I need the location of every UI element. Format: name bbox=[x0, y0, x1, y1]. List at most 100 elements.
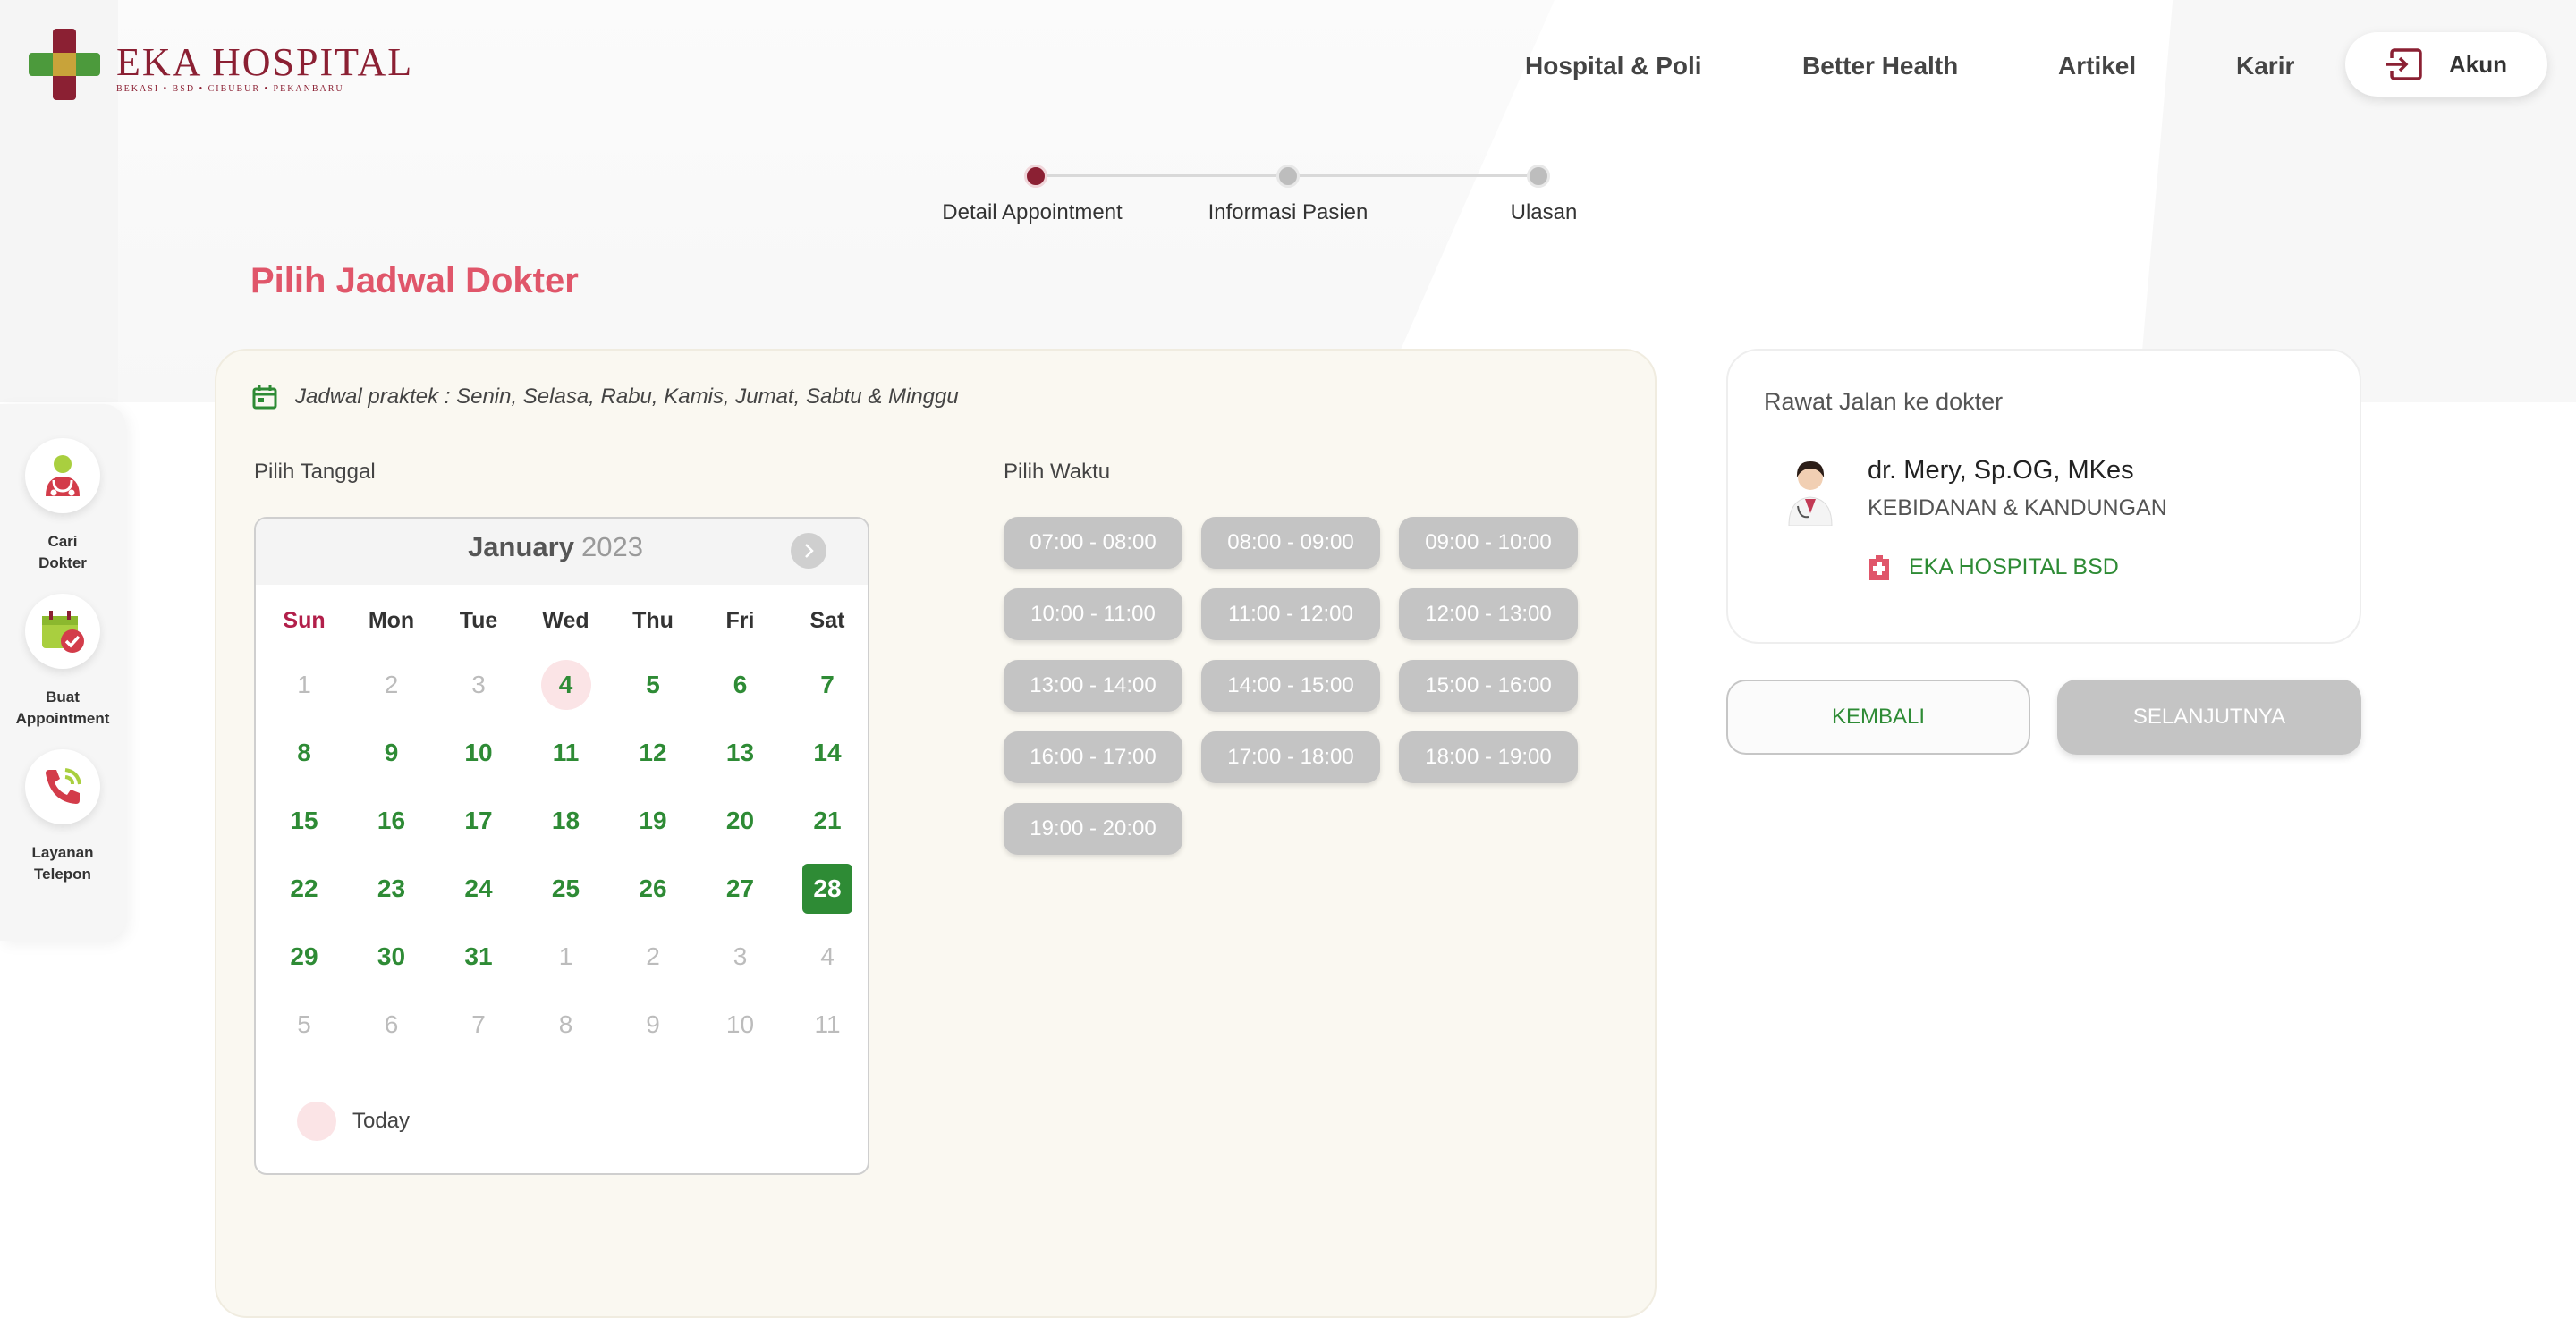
nav-karir[interactable]: Karir bbox=[2236, 52, 2294, 80]
calendar-day: 3 bbox=[733, 942, 748, 970]
calendar-day[interactable]: 26 bbox=[626, 864, 680, 914]
time-section-label: Pilih Waktu bbox=[1004, 460, 1111, 484]
time-slot-button[interactable]: 08:00 - 09:00 bbox=[1201, 517, 1380, 569]
progress-stepper: Detail Appointment Informasi Pasien Ulas… bbox=[930, 161, 1610, 232]
time-slot-button[interactable]: 11:00 - 12:00 bbox=[1201, 588, 1380, 640]
step-label-informasi-pasien: Informasi Pasien bbox=[1208, 200, 1368, 224]
calendar-day: 8 bbox=[558, 1010, 573, 1038]
calendar-legend: Today bbox=[297, 1102, 410, 1141]
time-slot-button[interactable]: 16:00 - 17:00 bbox=[1004, 731, 1182, 783]
sidebar-item-cari-dokter[interactable]: Cari Dokter bbox=[0, 438, 125, 574]
time-slot-button[interactable]: 10:00 - 11:00 bbox=[1004, 588, 1182, 640]
account-label: Akun bbox=[2449, 50, 2507, 78]
next-month-button[interactable] bbox=[791, 533, 826, 569]
calendar-day[interactable]: 10 bbox=[452, 728, 505, 778]
calendar-year: 2023 bbox=[580, 531, 643, 562]
login-icon bbox=[2385, 48, 2422, 80]
calendar-day[interactable]: 25 bbox=[539, 864, 593, 914]
schedule-card: Jadwal praktek : Senin, Selasa, Rabu, Ka… bbox=[215, 349, 1657, 1318]
calendar-day[interactable]: 7 bbox=[801, 660, 854, 710]
calendar-day[interactable]: 5 bbox=[626, 660, 680, 710]
calendar-day[interactable]: 29 bbox=[277, 932, 331, 982]
time-slot-button[interactable]: 19:00 - 20:00 bbox=[1004, 803, 1182, 855]
calendar-day[interactable]: 8 bbox=[277, 728, 331, 778]
calendar-day: 6 bbox=[384, 1010, 399, 1038]
step-dot-informasi-pasien bbox=[1276, 165, 1300, 188]
eka-hospital-logo[interactable]: EKA HOSPITAL BEKASI • BSD • CIBUBUR • PE… bbox=[29, 29, 413, 100]
today-legend-dot bbox=[297, 1102, 336, 1141]
doctor-name: dr. Mery, Sp.OG, MKes bbox=[1868, 456, 2134, 485]
calendar-day[interactable]: 4 bbox=[540, 660, 591, 710]
sidebar-label-buat-appointment: Buat Appointment bbox=[15, 688, 110, 727]
calendar-day[interactable]: 16 bbox=[365, 796, 419, 846]
back-button[interactable]: KEMBALI bbox=[1726, 680, 2030, 755]
weekday-header: Sun bbox=[283, 608, 326, 633]
calendar-day-selected[interactable]: 28 bbox=[802, 864, 852, 914]
calendar-check-icon bbox=[42, 611, 84, 653]
logo-title: EKA HOSPITAL bbox=[116, 40, 414, 84]
calendar-day[interactable]: 31 bbox=[452, 932, 505, 982]
doctor-summary-card: Rawat Jalan ke dokter dr. Mery, Sp.OG, M… bbox=[1726, 349, 2361, 644]
weekday-header: Thu bbox=[632, 608, 674, 633]
nav-better-health[interactable]: Better Health bbox=[1802, 52, 1958, 80]
calendar-day[interactable]: 12 bbox=[626, 728, 680, 778]
calendar-day[interactable]: 9 bbox=[365, 728, 419, 778]
time-slot-button[interactable]: 18:00 - 19:00 bbox=[1399, 731, 1578, 783]
calendar-day[interactable]: 24 bbox=[452, 864, 505, 914]
weekday-header: Tue bbox=[459, 608, 498, 633]
practice-days-row: Jadwal praktek : Senin, Selasa, Rabu, Ka… bbox=[252, 384, 959, 410]
time-slot-button[interactable]: 14:00 - 15:00 bbox=[1201, 660, 1380, 712]
calendar-day[interactable]: 6 bbox=[714, 660, 767, 710]
weekday-header: Wed bbox=[542, 608, 589, 633]
calendar-day[interactable]: 18 bbox=[539, 796, 593, 846]
calendar-day[interactable]: 20 bbox=[714, 796, 767, 846]
weekday-header: Mon bbox=[368, 608, 415, 633]
weekday-header: Sat bbox=[809, 608, 845, 633]
calendar-day: 4 bbox=[820, 942, 835, 970]
calendar-day[interactable]: 30 bbox=[365, 932, 419, 982]
account-button[interactable]: Akun bbox=[2345, 32, 2547, 97]
calendar-day: 2 bbox=[646, 942, 660, 970]
nav-artikel[interactable]: Artikel bbox=[2058, 52, 2136, 80]
calendar-day: 3 bbox=[471, 671, 486, 698]
quick-action-sidebar: Cari Dokter Buat Appointment Layanan Tel… bbox=[0, 404, 125, 941]
calendar-day[interactable]: 17 bbox=[452, 796, 505, 846]
doctor-icon bbox=[46, 455, 80, 496]
time-slot-button[interactable]: 12:00 - 13:00 bbox=[1399, 588, 1578, 640]
calendar-day: 11 bbox=[814, 1010, 841, 1038]
sidebar-item-buat-appointment[interactable]: Buat Appointment bbox=[0, 594, 125, 730]
phone-icon bbox=[46, 768, 81, 804]
calendar-day[interactable]: 21 bbox=[801, 796, 854, 846]
calendar-day[interactable]: 23 bbox=[365, 864, 419, 914]
calendar-day[interactable]: 11 bbox=[539, 728, 593, 778]
time-slot-button[interactable]: 09:00 - 10:00 bbox=[1399, 517, 1578, 569]
step-label-ulasan: Ulasan bbox=[1510, 200, 1578, 224]
calendar-day[interactable]: 27 bbox=[714, 864, 767, 914]
hospital-row: EKA HOSPITAL BSD bbox=[1868, 554, 2119, 580]
calendar-day: 10 bbox=[725, 1010, 755, 1038]
step-dot-detail-appointment bbox=[1024, 165, 1047, 188]
logo-subtitle: BEKASI • BSD • CIBUBUR • PEKANBARU bbox=[116, 84, 344, 94]
time-slot-button[interactable]: 13:00 - 14:00 bbox=[1004, 660, 1182, 712]
calendar-day: 1 bbox=[297, 671, 311, 698]
calendar-day[interactable]: 22 bbox=[277, 864, 331, 914]
step-connector bbox=[1036, 174, 1277, 177]
time-slot-button[interactable]: 15:00 - 16:00 bbox=[1399, 660, 1578, 712]
sidebar-label-cari-dokter: Cari Dokter bbox=[38, 533, 87, 571]
calendar-day: 5 bbox=[297, 1010, 311, 1038]
calendar-day[interactable]: 19 bbox=[626, 796, 680, 846]
calendar-month: January bbox=[468, 531, 574, 562]
calendar-header: January 2023 bbox=[256, 519, 868, 585]
logo-cross-icon bbox=[29, 29, 100, 100]
calendar-day[interactable]: 14 bbox=[801, 728, 854, 778]
calendar-day[interactable]: 15 bbox=[277, 796, 331, 846]
nav-hospital-poli[interactable]: Hospital & Poli bbox=[1525, 52, 1702, 80]
time-slot-button[interactable]: 07:00 - 08:00 bbox=[1004, 517, 1182, 569]
top-header: EKA HOSPITAL BEKASI • BSD • CIBUBUR • PE… bbox=[0, 0, 2576, 134]
next-button[interactable]: SELANJUTNYA bbox=[2057, 680, 2361, 755]
calendar-day[interactable]: 13 bbox=[714, 728, 767, 778]
sidebar-item-layanan-telepon[interactable]: Layanan Telepon bbox=[0, 749, 125, 885]
calendar-icon bbox=[252, 385, 277, 410]
time-slot-button[interactable]: 17:00 - 18:00 bbox=[1201, 731, 1380, 783]
step-label-detail-appointment: Detail Appointment bbox=[942, 200, 1123, 224]
